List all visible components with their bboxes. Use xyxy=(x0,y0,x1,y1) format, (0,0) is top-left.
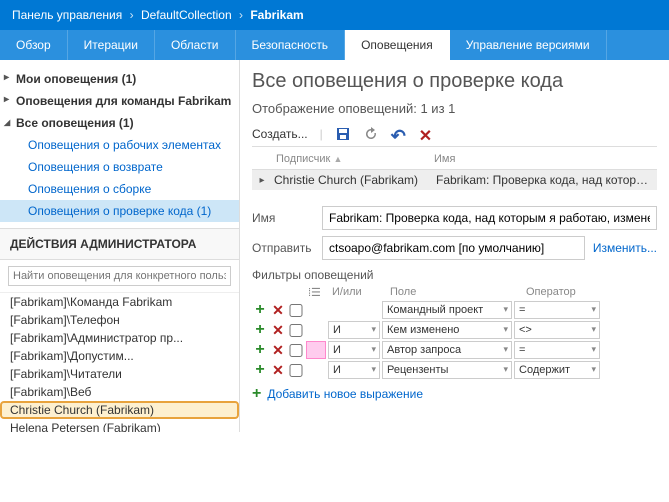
tree-item-build-alerts[interactable]: Оповещения о сборке xyxy=(0,178,239,200)
add-row-icon[interactable]: + xyxy=(252,301,268,319)
tab-iterations[interactable]: Итерации xyxy=(68,30,155,60)
field-select[interactable]: Рецензенты xyxy=(382,361,512,379)
breadcrumb-item[interactable]: DefaultCollection xyxy=(141,8,232,22)
group-indicator xyxy=(306,361,326,379)
delete-row-icon[interactable]: ✕ xyxy=(270,302,286,319)
name-label: Имя xyxy=(252,211,322,225)
user-item[interactable]: [Fabrikam]\Администратор пр... xyxy=(0,329,239,347)
filters-title: Фильтры оповещений xyxy=(252,268,657,282)
andor-select[interactable]: И xyxy=(328,321,380,339)
tab-areas[interactable]: Области xyxy=(155,30,236,60)
user-search-input[interactable] xyxy=(8,266,231,286)
filter-header: ⁞☰ И/или Поле Оператор xyxy=(252,286,657,299)
expand-icon[interactable]: ▸ xyxy=(254,175,270,186)
display-count: Отображение оповещений: 1 из 1 xyxy=(252,101,657,116)
operator-select[interactable]: <> xyxy=(514,321,600,339)
user-item[interactable]: [Fabrikam]\Читатели xyxy=(0,365,239,383)
content-pane: Все оповещения о проверке кода Отображен… xyxy=(240,60,669,432)
send-label: Отправить xyxy=(252,241,322,255)
column-name[interactable]: Имя xyxy=(434,153,455,165)
name-input[interactable] xyxy=(322,206,657,230)
tab-security[interactable]: Безопасность xyxy=(236,30,346,60)
save-icon[interactable] xyxy=(335,126,351,142)
filter-row: + ✕ И Рецензенты Содержит xyxy=(252,361,657,379)
tab-version-control[interactable]: Управление версиями xyxy=(450,30,607,60)
grid-header: Подписчик ▲ Имя xyxy=(252,151,657,170)
breadcrumb-item[interactable]: Панель управления xyxy=(12,8,122,22)
add-row-icon[interactable]: + xyxy=(252,361,268,379)
user-item[interactable]: [Fabrikam]\Веб xyxy=(0,383,239,401)
user-item-selected[interactable]: Christie Church (Fabrikam) xyxy=(0,401,239,419)
user-item[interactable]: [Fabrikam]\Телефон xyxy=(0,311,239,329)
chevron-right-icon: › xyxy=(130,8,134,22)
row-checkbox[interactable] xyxy=(288,304,304,317)
undo-icon[interactable]: ↶ xyxy=(391,126,407,142)
send-input[interactable] xyxy=(322,236,585,260)
user-list[interactable]: [Fabrikam]\Команда Fabrikam [Fabrikam]\Т… xyxy=(0,292,239,432)
field-select[interactable]: Кем изменено xyxy=(382,321,512,339)
row-checkbox[interactable] xyxy=(288,324,304,337)
breadcrumb-item-current[interactable]: Fabrikam xyxy=(250,8,303,22)
row-checkbox[interactable] xyxy=(288,364,304,377)
tree-item-all-alerts[interactable]: Все оповещения (1) xyxy=(0,112,239,134)
tree-item-team-alerts[interactable]: Оповещения для команды Fabrikam xyxy=(0,90,239,112)
tree-item-codereview-alerts[interactable]: Оповещения о проверке кода (1) xyxy=(0,200,239,222)
delete-row-icon[interactable]: ✕ xyxy=(270,322,286,339)
filter-row: + ✕ И Автор запроса = xyxy=(252,341,657,359)
sidebar: Мои оповещения (1) Оповещения для команд… xyxy=(0,60,240,432)
operator-select[interactable]: Содержит xyxy=(514,361,600,379)
chevron-right-icon: › xyxy=(239,8,243,22)
change-link[interactable]: Изменить... xyxy=(593,241,657,255)
sort-asc-icon: ▲ xyxy=(333,154,342,164)
plus-icon: + xyxy=(252,385,261,403)
delete-icon[interactable]: ✕ xyxy=(419,126,435,142)
tab-overview[interactable]: Обзор xyxy=(0,30,68,60)
user-item[interactable]: Helena Petersen (Fabrikam) xyxy=(0,419,239,432)
column-subscriber[interactable]: Подписчик ▲ xyxy=(276,153,434,165)
add-expression-link[interactable]: + Добавить новое выражение xyxy=(252,385,657,403)
filter-row: + ✕ И Кем изменено <> xyxy=(252,321,657,339)
group-indicator xyxy=(306,341,326,359)
filter-row: + ✕ Командный проект = xyxy=(252,301,657,319)
andor-select[interactable]: И xyxy=(328,341,380,359)
add-row-icon[interactable]: + xyxy=(252,321,268,339)
user-item[interactable]: [Fabrikam]\Команда Fabrikam xyxy=(0,293,239,311)
col-andor: И/или xyxy=(332,286,390,299)
tab-alerts[interactable]: Оповещения xyxy=(345,30,450,60)
col-field: Поле xyxy=(390,286,526,299)
group-indicator xyxy=(306,301,326,319)
andor-select[interactable]: И xyxy=(328,361,380,379)
toolbar: Создать... | ↶ ✕ xyxy=(252,126,657,147)
page-title: Все оповещения о проверке кода xyxy=(252,70,657,93)
tree-item-workitem-alerts[interactable]: Оповещения о рабочих элементах xyxy=(0,134,239,156)
col-operator: Оператор xyxy=(526,286,657,299)
cell-subscriber: Christie Church (Fabrikam) xyxy=(270,173,430,187)
tree-item-my-alerts[interactable]: Мои оповещения (1) xyxy=(0,68,239,90)
operator-select[interactable]: = xyxy=(514,301,600,319)
admin-actions-header: ДЕЙСТВИЯ АДМИНИСТРАТОРА xyxy=(0,228,239,260)
field-select[interactable]: Командный проект xyxy=(382,301,512,319)
cell-name: Fabrikam: Проверка кода, над которым я р… xyxy=(430,173,655,187)
user-item[interactable]: [Fabrikam]\Допустим... xyxy=(0,347,239,365)
refresh-icon[interactable] xyxy=(363,126,379,142)
group-indicator xyxy=(306,321,326,339)
field-select[interactable]: Автор запроса xyxy=(382,341,512,359)
create-button[interactable]: Создать... xyxy=(252,127,308,141)
row-checkbox[interactable] xyxy=(288,344,304,357)
delete-row-icon[interactable]: ✕ xyxy=(270,362,286,379)
tab-bar: Обзор Итерации Области Безопасность Опов… xyxy=(0,30,669,60)
operator-select[interactable]: = xyxy=(514,341,600,359)
delete-row-icon[interactable]: ✕ xyxy=(270,342,286,359)
tree-item-checkin-alerts[interactable]: Оповещения о возврате xyxy=(0,156,239,178)
toolbar-separator: | xyxy=(320,127,323,141)
group-icon: ⁞☰ xyxy=(308,286,332,299)
add-row-icon[interactable]: + xyxy=(252,341,268,359)
grid-row[interactable]: ▸ Christie Church (Fabrikam) Fabrikam: П… xyxy=(252,170,657,190)
breadcrumb: Панель управления › DefaultCollection › … xyxy=(0,0,669,30)
